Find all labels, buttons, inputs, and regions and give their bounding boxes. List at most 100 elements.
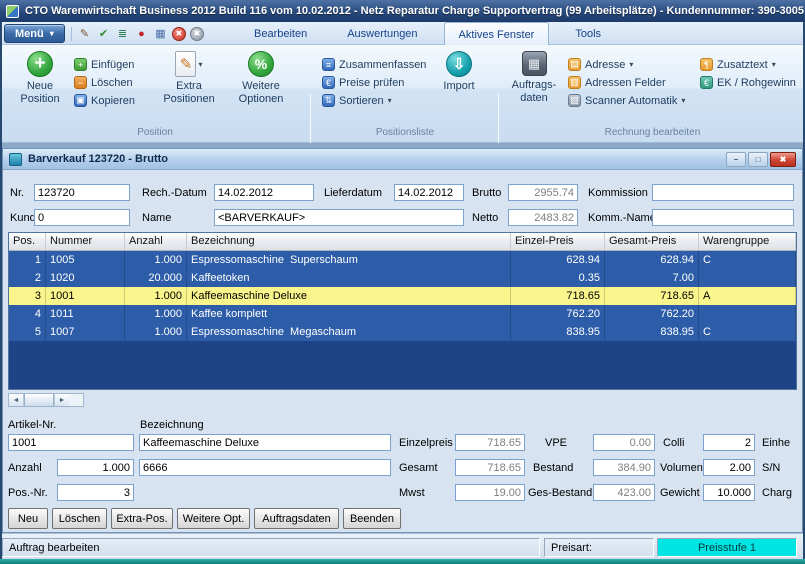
preise-pruefen-button[interactable]: € Preise prüfen	[322, 75, 404, 90]
maximize-button[interactable]: □	[748, 152, 768, 167]
loeschen-footer-button[interactable]: Löschen	[52, 508, 107, 529]
auftragsdaten-button[interactable]: Auftragsdaten	[254, 508, 339, 529]
berries-icon[interactable]: ●	[134, 26, 149, 41]
import-icon: ⇩	[446, 51, 472, 77]
close-button[interactable]: ✖	[770, 152, 796, 167]
column-header-bezeichnung[interactable]: Bezeichnung	[187, 233, 511, 250]
einheit-label: Einhe	[762, 437, 790, 449]
komm-name-label: Komm.-Name	[588, 212, 656, 224]
close-gray-icon[interactable]: ✖	[190, 27, 204, 41]
check-icon[interactable]: ✔	[96, 26, 111, 41]
pos-nr-field[interactable]	[57, 484, 134, 501]
grid-icon[interactable]: ▦	[153, 26, 168, 41]
sortieren-button[interactable]: ⇅ Sortieren ▾	[322, 93, 392, 108]
adressen-felder-button[interactable]: ▥ Adressen Felder	[568, 75, 666, 90]
gewicht-label: Gewicht	[660, 487, 700, 499]
column-header-warengruppe[interactable]: Warengruppe	[699, 233, 796, 250]
tab-aktives-fenster[interactable]: Aktives Fenster	[444, 22, 550, 46]
chevron-down-icon: ▾	[629, 60, 633, 69]
column-header-gesamtpreis[interactable]: Gesamt-Preis	[605, 233, 699, 250]
scrollbar-thumb[interactable]	[24, 394, 54, 406]
vpe-field[interactable]	[593, 434, 655, 451]
tab-bearbeiten[interactable]: Bearbeiten	[240, 22, 321, 45]
app-icon	[6, 5, 19, 18]
brutto-field[interactable]	[508, 184, 578, 201]
cancel-icon[interactable]: ✖	[172, 27, 186, 41]
table-row[interactable]: 21020 20.000Kaffeetoken 0.357.00	[9, 269, 796, 287]
ges-bestand-field[interactable]	[593, 484, 655, 501]
bezeichnung2-field[interactable]	[139, 459, 391, 476]
menu-button-label: Menü	[15, 28, 44, 40]
toolbar-separator	[71, 27, 72, 41]
artikel-nr-field[interactable]	[8, 434, 134, 451]
save-disk-icon: ▦	[522, 51, 547, 76]
import-button[interactable]: ⇩ Import	[432, 51, 486, 93]
horizontal-scrollbar[interactable]: ◄ ►	[8, 393, 84, 407]
tab-auswertungen[interactable]: Auswertungen	[333, 22, 431, 45]
minimize-button[interactable]: –	[726, 152, 746, 167]
bestand-field[interactable]	[593, 459, 655, 476]
anzahl-field[interactable]	[57, 459, 134, 476]
gewicht-field[interactable]	[703, 484, 755, 501]
komm-name-field[interactable]	[652, 209, 794, 226]
auftragsdaten-ribbon-button[interactable]: ▦ Auftrags-daten	[506, 51, 562, 105]
kommission-field[interactable]	[652, 184, 794, 201]
extra-positionen-button[interactable]: ✎ ▾ Extra Positionen	[158, 51, 220, 106]
menu-button[interactable]: Menü ▾	[4, 24, 65, 43]
neu-button[interactable]: Neu	[8, 508, 48, 529]
netto-label: Netto	[472, 212, 498, 224]
kunde-field[interactable]	[34, 209, 130, 226]
sn-label: S/N	[762, 462, 780, 474]
window-controls: – □ ✖	[724, 152, 796, 167]
neue-position-button[interactable]: + Neue Position	[14, 51, 66, 106]
einfuegen-button[interactable]: + Einfügen	[74, 57, 134, 72]
scroll-left-icon[interactable]: ◄	[9, 394, 24, 406]
column-header-nummer[interactable]: Nummer	[46, 233, 125, 250]
einzelpreis-field[interactable]	[455, 434, 525, 451]
app-titlebar[interactable]: CTO Warenwirtschaft Business 2012 Build …	[0, 0, 805, 22]
bezeichnung-label: Bezeichnung	[140, 419, 204, 431]
column-header-anzahl[interactable]: Anzahl	[125, 233, 187, 250]
volumen-field[interactable]	[703, 459, 755, 476]
table-row[interactable]: 41011 1.000Kaffee komplett 762.20762.20	[9, 305, 796, 323]
scroll-right-icon[interactable]: ►	[54, 394, 69, 406]
scanner-automatik-button[interactable]: ▧ Scanner Automatik ▾	[568, 93, 685, 108]
quick-access-toolbar: ✎ ✔ ≣ ● ▦ ✖ ✖	[66, 26, 208, 41]
netto-field[interactable]	[508, 209, 578, 226]
tab-tools[interactable]: Tools	[561, 22, 615, 45]
zusammenfassen-button[interactable]: ≡ Zusammenfassen	[322, 57, 426, 72]
rech-datum-field[interactable]	[214, 184, 314, 201]
ribbon-tabs: Bearbeiten Auswertungen Aktives Fenster …	[240, 22, 615, 45]
mwst-field[interactable]	[455, 484, 525, 501]
nr-field[interactable]	[34, 184, 130, 201]
adresse-button[interactable]: ▤ Adresse ▾	[568, 57, 633, 72]
zusatztext-button[interactable]: ¶ Zusatztext ▾	[700, 57, 776, 72]
column-header-pos[interactable]: Pos.	[9, 233, 46, 250]
extra-pos-button[interactable]: Extra-Pos.	[111, 508, 173, 529]
chevron-down-icon: ▾	[681, 96, 685, 105]
table-row-current[interactable]: 31001 1.000Kaffeemaschine Deluxe 718.657…	[9, 287, 796, 305]
stack-icon[interactable]: ≣	[115, 26, 130, 41]
chevron-down-icon: ▾	[50, 29, 54, 38]
weitere-opt-button[interactable]: Weitere Opt.	[177, 508, 250, 529]
ek-rohgewinn-button[interactable]: € EK / Rohgewinn	[700, 75, 796, 90]
group-label-position: Position	[0, 127, 310, 138]
bezeichnung-field[interactable]	[139, 434, 391, 451]
table-row[interactable]: 51007 1.000Espressomaschine Megaschaum 8…	[9, 323, 796, 341]
edit-icon[interactable]: ✎	[77, 26, 92, 41]
kopieren-button[interactable]: ▣ Kopieren	[74, 93, 135, 108]
colli-field[interactable]	[703, 434, 755, 451]
name-label: Name	[142, 212, 171, 224]
column-header-einzelpreis[interactable]: Einzel-Preis	[511, 233, 605, 250]
loeschen-button[interactable]: − Löschen	[74, 75, 133, 90]
document-titlebar[interactable]: Barverkauf 123720 - Brutto – □ ✖	[3, 149, 802, 170]
name-field[interactable]	[214, 209, 464, 226]
artikel-nr-label: Artikel-Nr.	[8, 419, 56, 431]
group-label-positionsliste: Positionsliste	[312, 127, 498, 138]
beenden-button[interactable]: Beenden	[343, 508, 401, 529]
lieferdatum-field[interactable]	[394, 184, 464, 201]
weitere-optionen-button[interactable]: % Weitere Optionen	[230, 51, 292, 106]
gesamt-field[interactable]	[455, 459, 525, 476]
table-row[interactable]: 11005 1.000Espressomaschine Superschaum …	[9, 251, 796, 269]
status-bar: Auftrag bearbeiten Preisart: Preisstufe …	[0, 533, 805, 559]
